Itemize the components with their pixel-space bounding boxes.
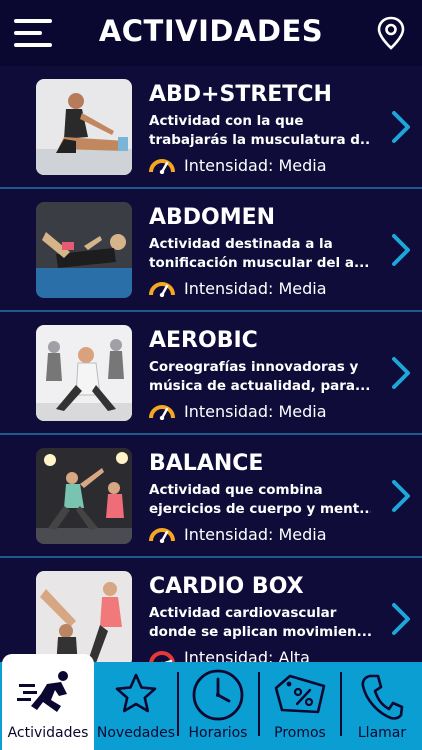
intensity-gauge-icon xyxy=(149,159,175,174)
chevron-right-icon[interactable] xyxy=(390,602,412,636)
activity-intensity: Intensidad: Media xyxy=(184,279,327,298)
activity-row[interactable]: CARDIO BOX Actividad cardiovascular dond… xyxy=(0,558,422,662)
tab-label: Actividades xyxy=(7,725,89,741)
intensity-gauge-icon xyxy=(149,405,175,420)
app-header: ACTIVIDADES xyxy=(0,0,422,66)
activity-name: AEROBIC xyxy=(149,328,258,353)
location-pin-icon[interactable] xyxy=(376,16,406,50)
tab-novedades[interactable]: Novedades xyxy=(96,662,176,750)
activity-description: Actividad cardiovascular donde se aplica… xyxy=(149,605,371,640)
activities-list[interactable]: ABD+STRETCH Actividad con la que trabaja… xyxy=(0,66,422,662)
chevron-right-icon[interactable] xyxy=(390,110,412,144)
intensity-gauge-icon xyxy=(149,282,175,297)
chevron-right-icon[interactable] xyxy=(390,479,412,513)
activity-row[interactable]: AEROBIC Coreografías innovadoras y músic… xyxy=(0,312,422,435)
activity-intensity: Intensidad: Alta xyxy=(184,648,310,662)
tab-label: Novedades xyxy=(96,725,176,741)
intensity-gauge-icon xyxy=(149,651,175,662)
page-title: ACTIVIDADES xyxy=(98,14,324,48)
bottom-tab-bar: Actividades Novedades Horarios Promos Ll… xyxy=(0,654,422,750)
activity-photo xyxy=(36,571,132,662)
tab-llamar[interactable]: Llamar xyxy=(342,662,422,750)
activity-photo xyxy=(36,79,132,175)
tab-actividades[interactable]: Actividades xyxy=(2,654,94,750)
activity-name: BALANCE xyxy=(149,451,264,476)
activity-description: Actividad con la que trabajarás la muscu… xyxy=(149,113,371,148)
activity-name: ABD+STRETCH xyxy=(149,82,332,107)
activity-row[interactable]: ABD+STRETCH Actividad con la que trabaja… xyxy=(0,66,422,189)
activity-row[interactable]: ABDOMEN Actividad destinada a la tonific… xyxy=(0,189,422,312)
discount-tag-icon xyxy=(274,674,326,714)
tab-label: Promos xyxy=(274,725,326,741)
tab-label: Llamar xyxy=(357,725,407,741)
activity-intensity: Intensidad: Media xyxy=(184,525,327,544)
chevron-right-icon[interactable] xyxy=(390,233,412,267)
hamburger-menu-icon[interactable] xyxy=(14,17,52,49)
activity-photo xyxy=(36,448,132,544)
intensity-gauge-icon xyxy=(149,528,175,543)
phone-icon xyxy=(361,674,404,720)
activity-description: Actividad que combina ejercicios de cuer… xyxy=(149,482,371,517)
activity-description: Coreografías innovadoras y música de act… xyxy=(149,359,371,394)
activity-intensity: Intensidad: Media xyxy=(184,402,327,421)
clock-icon xyxy=(192,669,244,721)
runner-icon xyxy=(17,671,68,712)
tab-label: Horarios xyxy=(188,725,248,741)
activity-intensity: Intensidad: Media xyxy=(184,156,327,175)
star-icon xyxy=(115,673,157,713)
activity-name: ABDOMEN xyxy=(149,205,276,230)
tab-promos[interactable]: Promos xyxy=(260,662,340,750)
activity-row[interactable]: BALANCE Actividad que combina ejercicios… xyxy=(0,435,422,558)
chevron-right-icon[interactable] xyxy=(390,356,412,390)
activity-photo xyxy=(36,325,132,421)
activity-photo xyxy=(36,202,132,298)
tab-horarios[interactable]: Horarios xyxy=(179,662,257,750)
activity-description: Actividad destinada a la tonificación mu… xyxy=(149,236,370,271)
activity-name: CARDIO BOX xyxy=(149,574,304,599)
